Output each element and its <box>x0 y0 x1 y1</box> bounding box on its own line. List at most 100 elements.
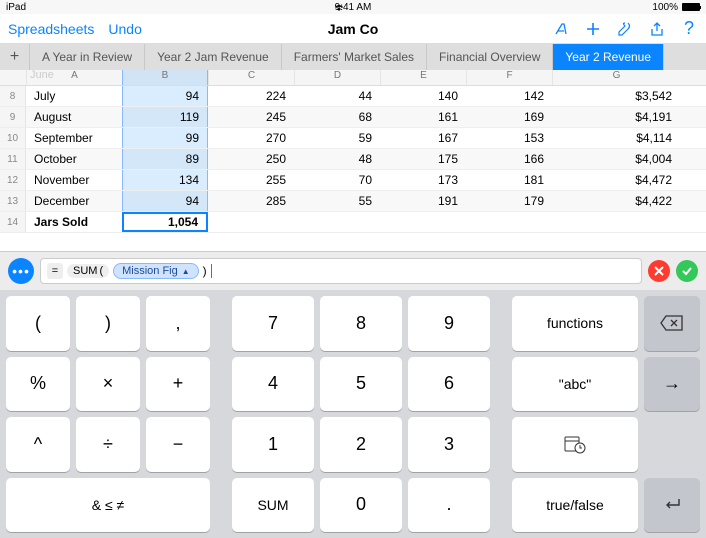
key-multiply[interactable]: × <box>76 357 140 412</box>
cell[interactable]: 166 <box>466 149 552 169</box>
sheet-tab-1[interactable]: Year 2 Jam Revenue <box>145 44 282 70</box>
key-backspace[interactable] <box>644 296 700 351</box>
formula-confirm-button[interactable] <box>676 260 698 282</box>
key-7[interactable]: 7 <box>232 296 314 351</box>
formula-function-pill[interactable]: SUM ( <box>67 264 109 278</box>
row-number[interactable]: 12 <box>0 170 26 190</box>
key-5[interactable]: 5 <box>320 357 402 412</box>
sheet-tab-4[interactable]: Year 2 Revenue <box>553 44 664 70</box>
cell[interactable]: 224 <box>208 86 294 106</box>
cell[interactable]: 255 <box>208 170 294 190</box>
add-icon[interactable] <box>584 20 602 38</box>
cell[interactable]: November <box>26 170 122 190</box>
total-row[interactable]: 14 Jars Sold 1,054 <box>0 212 706 233</box>
cell[interactable]: 245 <box>208 107 294 127</box>
cell[interactable]: 169 <box>466 107 552 127</box>
key-8[interactable]: 8 <box>320 296 402 351</box>
key-add[interactable]: + <box>146 357 210 412</box>
help-icon[interactable]: ? <box>680 20 698 38</box>
cell[interactable]: 173 <box>380 170 466 190</box>
col-header-c[interactable]: C <box>208 70 294 85</box>
key-1[interactable]: 1 <box>232 417 314 472</box>
cell[interactable]: 99 <box>122 128 208 148</box>
key-abc[interactable]: "abc" <box>512 357 638 412</box>
key-caret[interactable]: ^ <box>6 417 70 472</box>
cell[interactable]: 285 <box>208 191 294 211</box>
formula-more-button[interactable]: ••• <box>8 258 34 284</box>
formula-input[interactable]: = SUM ( Mission Fig ▲ ) <box>40 258 642 284</box>
col-header-d[interactable]: D <box>294 70 380 85</box>
key-2[interactable]: 2 <box>320 417 402 472</box>
col-header-b[interactable]: B <box>122 70 208 85</box>
cell-total-label[interactable]: Jars Sold <box>26 212 122 232</box>
format-icon[interactable] <box>552 20 570 38</box>
cell[interactable]: 191 <box>380 191 466 211</box>
cell[interactable]: $4,472 <box>552 170 680 190</box>
cell[interactable]: 59 <box>294 128 380 148</box>
cell[interactable]: 89 <box>122 149 208 169</box>
cell[interactable]: 134 <box>122 170 208 190</box>
key-return[interactable] <box>644 478 700 533</box>
key-percent[interactable]: % <box>6 357 70 412</box>
key-0[interactable]: 0 <box>320 478 402 533</box>
spreadsheet[interactable]: June A B C D E F G 8July9422444140142$3,… <box>0 70 706 251</box>
col-header-e[interactable]: E <box>380 70 466 85</box>
key-6[interactable]: 6 <box>408 357 490 412</box>
row-number[interactable]: 9 <box>0 107 26 127</box>
cell-total-b[interactable]: 1,054 <box>122 212 208 232</box>
row-number[interactable]: 8 <box>0 86 26 106</box>
cell[interactable]: $4,191 <box>552 107 680 127</box>
formula-reference-pill[interactable]: Mission Fig ▲ <box>113 263 199 279</box>
key-dot[interactable]: . <box>408 478 490 533</box>
col-header-g[interactable]: G <box>552 70 680 85</box>
cell[interactable]: 153 <box>466 128 552 148</box>
cell[interactable]: 44 <box>294 86 380 106</box>
cell[interactable]: 270 <box>208 128 294 148</box>
key-functions[interactable]: functions <box>512 296 638 351</box>
cell[interactable]: 179 <box>466 191 552 211</box>
cell[interactable]: 250 <box>208 149 294 169</box>
cell[interactable]: 48 <box>294 149 380 169</box>
key-truefalse[interactable]: true/false <box>512 478 638 533</box>
table-row[interactable]: 13December9428555191179$4,422 <box>0 191 706 212</box>
key-logic-ops[interactable]: & ≤ ≠ <box>6 478 210 533</box>
sheet-tab-0[interactable]: A Year in Review <box>30 44 145 70</box>
cell[interactable]: 142 <box>466 86 552 106</box>
cell[interactable]: $4,114 <box>552 128 680 148</box>
undo-button[interactable]: Undo <box>108 21 141 37</box>
table-row[interactable]: 10September9927059167153$4,114 <box>0 128 706 149</box>
cell[interactable]: 94 <box>122 191 208 211</box>
table-row[interactable]: 11October8925048175166$4,004 <box>0 149 706 170</box>
key-datetime[interactable] <box>512 417 638 472</box>
row-number[interactable]: 10 <box>0 128 26 148</box>
row-number[interactable]: 13 <box>0 191 26 211</box>
table-row[interactable]: 9August11924568161169$4,191 <box>0 107 706 128</box>
cell[interactable]: 70 <box>294 170 380 190</box>
key-subtract[interactable]: − <box>146 417 210 472</box>
col-header-f[interactable]: F <box>466 70 552 85</box>
cell[interactable]: 68 <box>294 107 380 127</box>
cell[interactable]: December <box>26 191 122 211</box>
cell[interactable]: July <box>26 86 122 106</box>
cell[interactable]: 94 <box>122 86 208 106</box>
cell[interactable]: 161 <box>380 107 466 127</box>
sheet-tab-2[interactable]: Farmers' Market Sales <box>282 44 427 70</box>
row-number[interactable]: 14 <box>0 212 26 232</box>
cell[interactable]: October <box>26 149 122 169</box>
cell[interactable]: 175 <box>380 149 466 169</box>
key-comma[interactable]: , <box>146 296 210 351</box>
key-rparen[interactable]: ) <box>76 296 140 351</box>
cell[interactable]: 140 <box>380 86 466 106</box>
key-arrow-right[interactable]: → <box>644 357 700 412</box>
cell[interactable]: $3,542 <box>552 86 680 106</box>
cell[interactable]: August <box>26 107 122 127</box>
key-lparen[interactable]: ( <box>6 296 70 351</box>
key-4[interactable]: 4 <box>232 357 314 412</box>
share-icon[interactable] <box>648 20 666 38</box>
cell[interactable]: 55 <box>294 191 380 211</box>
cell[interactable]: September <box>26 128 122 148</box>
tools-icon[interactable] <box>616 20 634 38</box>
row-number[interactable]: 11 <box>0 149 26 169</box>
cell[interactable]: 181 <box>466 170 552 190</box>
table-row[interactable]: 8July9422444140142$3,542 <box>0 86 706 107</box>
